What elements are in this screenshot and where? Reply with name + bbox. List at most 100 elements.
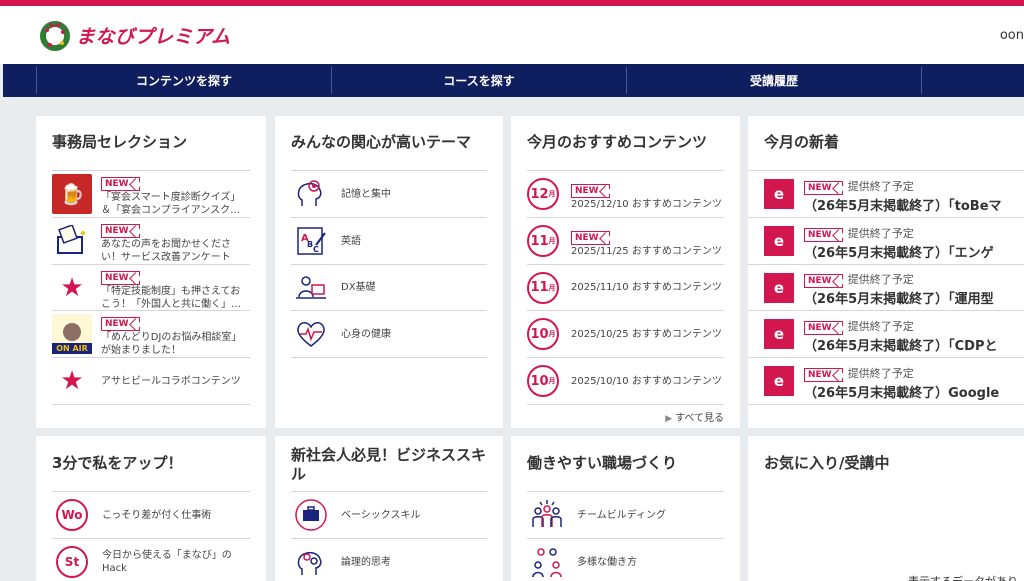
list-item[interactable]: e NEW 提供終了予定 （26年5月末掲載終了）「CDPと: [748, 311, 1024, 358]
nav-find-content[interactable]: コンテンツを探す: [37, 64, 331, 97]
list-item[interactable]: ベーシックスキル: [291, 492, 487, 539]
new-badge: NEW: [101, 317, 140, 331]
list-item[interactable]: ★ アサヒビールコラボコンテンツ: [52, 358, 250, 405]
item-text: チームビルディング: [577, 509, 666, 521]
new-badge: NEW: [101, 224, 140, 238]
new-badge: NEW: [804, 227, 843, 242]
month-number: 11: [530, 280, 549, 295]
festival-icon: 🍺: [52, 174, 92, 214]
card-title: お気に入り/受講中: [764, 454, 890, 472]
month-unit: 月: [548, 283, 556, 292]
list-item[interactable]: NEW あなたの声をお聞かせください！サービス改善アンケート: [52, 218, 250, 265]
status-label: 提供終了予定: [847, 179, 914, 193]
nav-history[interactable]: 受講履歴: [627, 64, 921, 97]
star-icon: ★: [60, 366, 84, 396]
card-title: 今月のおすすめコンテンツ: [527, 133, 708, 151]
list-item[interactable]: 11 月 2025/11/10 おすすめコンテンツ: [527, 265, 724, 311]
month-icon: 12 月: [527, 178, 559, 210]
card-business-skills: 新社会人必見！ビジネススキル ベーシックスキル 論理的思考: [275, 436, 503, 581]
card-selection: 事務局セレクション 🍺 NEW 「宴会スマート度診断クイズ」＆「宴会コンプライア…: [36, 116, 266, 428]
e-learning-icon: e: [764, 179, 794, 209]
list-item[interactable]: チームビルディング: [527, 492, 724, 539]
status-label: 提供終了予定: [847, 273, 914, 286]
work-icon: Wo: [56, 499, 88, 531]
brain-icon: [291, 178, 331, 210]
item-text: 「めんどりDJのお悩み相談室」が始まりました！: [101, 332, 242, 356]
empty-message: 表示するデータがあり: [908, 573, 1018, 581]
list-item[interactable]: e NEW 提供終了予定 （26年5月末掲載終了）Google: [748, 358, 1024, 405]
list-item[interactable]: e NEW 提供終了予定 （26年5月末掲載終了）「エンゲ: [748, 218, 1024, 265]
ballot-box-icon: [52, 221, 92, 261]
card-title: みんなの関心が高いテーマ: [291, 133, 472, 151]
item-text: 2025/11/25 おすすめコンテンツ: [571, 245, 722, 257]
site-logo[interactable]: まなびプレミアム: [38, 18, 231, 52]
see-all-link[interactable]: ▶ すべて見る: [665, 409, 724, 424]
list-item[interactable]: 11 月 NEW 2025/11/25 おすすめコンテンツ: [527, 218, 724, 265]
nav-divider: [921, 67, 922, 94]
item-text: （26年5月末掲載終了）「エンゲ: [804, 245, 994, 261]
list-item[interactable]: 10 月 2025/10/25 おすすめコンテンツ: [527, 311, 724, 358]
nav-find-course[interactable]: コースを探す: [332, 64, 626, 97]
list-item[interactable]: Wo こっそり差が付く仕事術: [52, 492, 250, 539]
list-item[interactable]: St 今日から使える「まなび」のHack: [52, 539, 250, 581]
list-item[interactable]: ON AIR NEW 「めんどりDJのお悩み相談室」が始まりました！: [52, 311, 250, 358]
abc-icon: ABC: [291, 225, 331, 257]
user-name[interactable]: oon: [1000, 28, 1024, 43]
heart-icon: [291, 319, 331, 349]
item-text: （26年5月末掲載終了）「運用型: [804, 292, 994, 307]
list-item[interactable]: 🍺 NEW 「宴会スマート度診断クイズ」＆「宴会コンプライアンスク…: [52, 171, 250, 218]
new-badge: NEW: [804, 367, 843, 382]
month-icon: 11 月: [527, 271, 559, 304]
list-item[interactable]: 多様な働き方: [527, 539, 724, 581]
card-new-arrivals: 今月の新着 e NEW 提供終了予定 （26年5月末掲載終了）「toBeマ e …: [748, 116, 1024, 428]
card-recommend: 今月のおすすめコンテンツ 12 月 NEW 2025/12/10 おすすめコンテン…: [511, 116, 740, 428]
item-text: 記憶と集中: [341, 188, 391, 200]
list-item[interactable]: e NEW 提供終了予定 （26年5月末掲載終了）「toBeマ: [748, 171, 1024, 218]
item-text: （26年5月末掲載終了）「toBeマ: [804, 198, 1002, 214]
month-unit: 月: [548, 190, 556, 198]
month-icon: 11 月: [527, 225, 559, 257]
month-number: 10: [530, 373, 549, 389]
list-item[interactable]: DX基礎: [291, 265, 487, 311]
item-text: アサヒビールコラボコンテンツ: [101, 375, 241, 387]
e-learning-icon: e: [764, 226, 794, 256]
briefcase-icon: [291, 498, 331, 532]
item-text: あなたの声をお聞かせください！サービス改善アンケート: [101, 239, 231, 263]
new-badge: NEW: [804, 320, 843, 335]
month-icon: 10 月: [527, 365, 559, 397]
list-item[interactable]: 論理的思考: [291, 539, 487, 581]
list-item[interactable]: 12 月 NEW 2025/12/10 おすすめコンテンツ: [527, 171, 724, 218]
month-number: 12: [530, 186, 549, 202]
list-item[interactable]: 心身の健康: [291, 311, 487, 358]
item-text: （26年5月末掲載終了）「CDPと: [804, 338, 998, 354]
new-badge: NEW: [101, 270, 140, 285]
item-text: 論理的思考: [341, 556, 391, 568]
status-label: 提供終了予定: [847, 366, 914, 380]
item-text: DX基礎: [341, 282, 376, 293]
wreath-icon: [40, 21, 70, 51]
item-text: こっそり差が付く仕事術: [102, 509, 212, 521]
header: まなびプレミアム oon: [0, 6, 1024, 64]
card-title: 事務局セレクション: [52, 133, 188, 151]
laptop-user-icon: [291, 273, 331, 303]
card-workplace: 働きやすい職場づくり チームビルディング 多様な働き方: [511, 436, 740, 581]
card-title: 働きやすい職場づくり: [527, 454, 678, 472]
play-arrow-icon: ▶: [665, 414, 676, 424]
card-title: 新社会人必見！ビジネススキル: [291, 446, 487, 483]
item-text: 心身の健康: [341, 328, 391, 340]
month-number: 10: [530, 326, 549, 342]
item-text: 今日から使える「まなび」のHack: [102, 550, 232, 574]
e-learning-icon: e: [764, 272, 794, 303]
item-text: 「特定技能制度」も押さえておこう！「外国人と共に働く」…: [101, 285, 241, 310]
card-favorites: お気に入り/受講中 表示するデータがあり: [748, 436, 1024, 581]
e-learning-icon: e: [764, 319, 794, 349]
list-item[interactable]: 記憶と集中: [291, 171, 487, 218]
list-item[interactable]: 10 月 2025/10/10 おすすめコンテンツ: [527, 358, 724, 405]
list-item[interactable]: ABC 英語: [291, 218, 487, 265]
e-learning-icon: e: [764, 366, 794, 396]
gears-head-icon: [291, 545, 331, 579]
item-text: 「宴会スマート度診断クイズ」＆「宴会コンプライアンスク…: [101, 192, 241, 216]
list-item[interactable]: e NEW 提供終了予定 （26年5月末掲載終了）「運用型: [748, 265, 1024, 311]
list-item[interactable]: ★ NEW 「特定技能制度」も押さえておこう！「外国人と共に働く」…: [52, 265, 250, 311]
item-text: （26年5月末掲載終了）Google: [804, 385, 1000, 401]
